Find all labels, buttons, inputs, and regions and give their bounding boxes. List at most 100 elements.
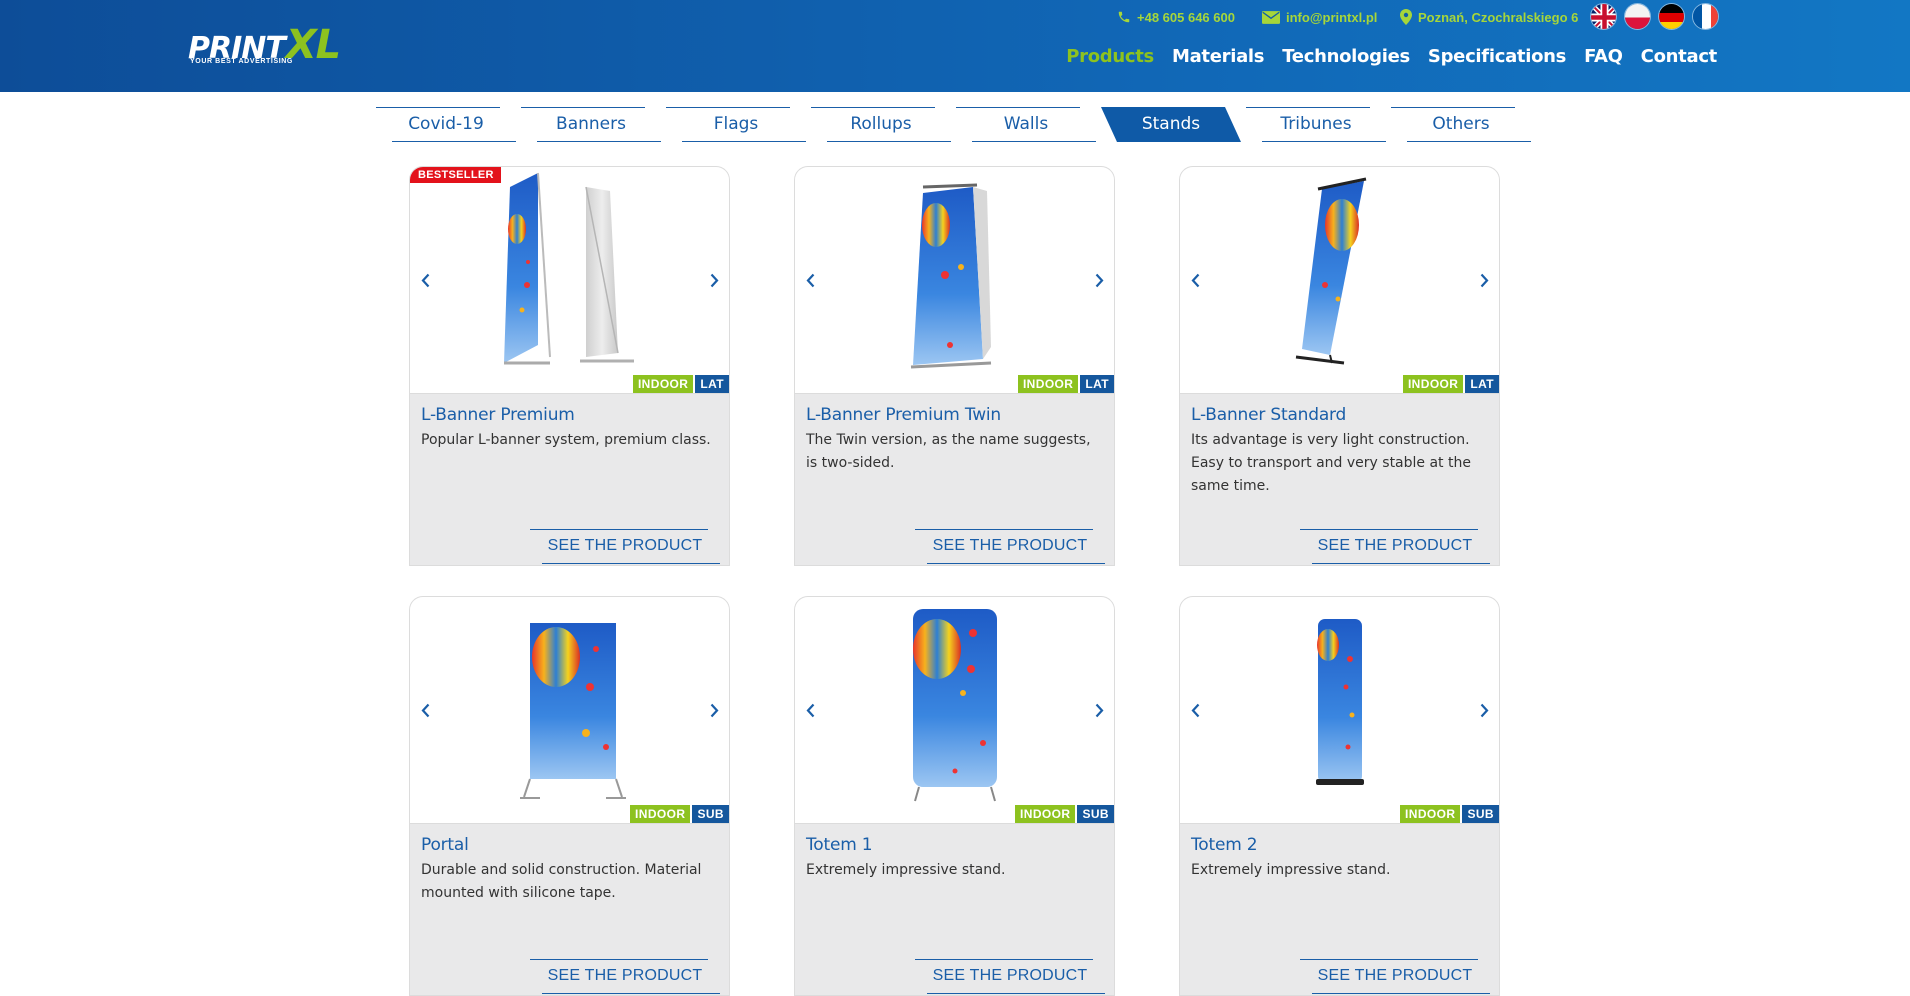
tab-label: Flags	[713, 114, 759, 134]
prev-image-button[interactable]	[416, 270, 434, 290]
nav-faq[interactable]: FAQ	[1584, 46, 1623, 67]
product-card[interactable]: INDOOR LAT L-Banner Premium Twin The Twi…	[794, 166, 1115, 566]
nav-contact[interactable]: Contact	[1641, 46, 1718, 67]
tab-label: Banners	[556, 114, 626, 134]
prev-image-button[interactable]	[1186, 700, 1204, 720]
technology-tag: LAT	[1465, 375, 1499, 393]
see-product-label: SEE THE PRODUCT	[1317, 537, 1473, 554]
product-title[interactable]: L-Banner Standard	[1191, 405, 1499, 425]
product-title[interactable]: Portal	[421, 835, 729, 855]
see-the-product-button[interactable]: SEE THE PRODUCT	[915, 529, 1105, 564]
prev-image-button[interactable]	[416, 700, 434, 720]
tab-label: Rollups	[850, 114, 912, 134]
product-description: Durable and solid construction. Material…	[421, 862, 702, 901]
chevron-right-icon	[1480, 273, 1488, 287]
tab-rollups[interactable]: Rollups	[811, 107, 951, 142]
tab-label: Walls	[1003, 114, 1049, 134]
product-image-slider[interactable]: INDOOR SUB	[795, 597, 1114, 824]
product-description: Popular L-banner system, premium class.	[421, 432, 711, 448]
logo-tagline: YOUR BEST ADVERTISING	[190, 58, 293, 65]
product-tags: INDOOR LAT	[1017, 375, 1114, 393]
prev-image-button[interactable]	[1186, 270, 1204, 290]
tab-flags[interactable]: Flags	[666, 107, 806, 142]
chevron-right-icon	[1480, 703, 1488, 717]
chevron-left-icon	[1191, 703, 1199, 717]
technology-tag: SUB	[692, 805, 729, 823]
indoor-tag: INDOOR	[630, 805, 691, 823]
prev-image-button[interactable]	[801, 270, 819, 290]
product-image	[910, 183, 992, 369]
product-tags: INDOOR LAT	[1402, 375, 1499, 393]
prev-image-button[interactable]	[801, 700, 819, 720]
indoor-tag: INDOOR	[1400, 805, 1461, 823]
chevron-left-icon	[1191, 273, 1199, 287]
chevron-left-icon	[421, 703, 429, 717]
product-image-slider[interactable]: INDOOR LAT	[795, 167, 1114, 394]
printxl-logo[interactable]: PRINTXL YOUR BEST ADVERTISING	[188, 25, 380, 68]
see-the-product-button[interactable]: SEE THE PRODUCT	[1300, 529, 1490, 564]
product-card[interactable]: INDOOR SUB Totem 2 Extremely impressive …	[1179, 596, 1500, 996]
next-image-button[interactable]	[705, 700, 723, 720]
chevron-right-icon	[1095, 703, 1103, 717]
see-the-product-button[interactable]: SEE THE PRODUCT	[530, 959, 720, 994]
product-tags: INDOOR SUB	[630, 805, 729, 823]
tab-tribunes[interactable]: Tribunes	[1246, 107, 1386, 142]
tab-walls[interactable]: Walls	[956, 107, 1096, 142]
chevron-left-icon	[421, 273, 429, 287]
product-image-slider[interactable]: BESTSELLER INDOOR LAT	[410, 167, 729, 394]
phone-icon	[1118, 11, 1130, 23]
product-image	[1295, 177, 1367, 365]
tab-label: Covid-19	[408, 114, 484, 134]
nav-materials[interactable]: Materials	[1172, 46, 1265, 67]
nav-products[interactable]: Products	[1066, 46, 1154, 67]
tab-label: Stands	[1141, 114, 1201, 134]
technology-tag: LAT	[695, 375, 729, 393]
tab-others[interactable]: Others	[1391, 107, 1531, 142]
address-contact[interactable]: Poznań, Czochralskiego 6	[1400, 8, 1578, 26]
product-description: Extremely impressive stand.	[1191, 862, 1391, 878]
next-image-button[interactable]	[705, 270, 723, 290]
tab-covid-19[interactable]: Covid-19	[376, 107, 516, 142]
product-image-slider[interactable]: INDOOR SUB	[1180, 597, 1499, 824]
next-image-button[interactable]	[1475, 270, 1493, 290]
product-card[interactable]: INDOOR SUB Portal Durable and solid cons…	[409, 596, 730, 996]
tab-banners[interactable]: Banners	[521, 107, 661, 142]
bestseller-badge: BESTSELLER	[410, 167, 501, 183]
nav-specifications[interactable]: Specifications	[1428, 46, 1566, 67]
see-the-product-button[interactable]: SEE THE PRODUCT	[915, 959, 1105, 994]
nav-technologies[interactable]: Technologies	[1282, 46, 1410, 67]
language-switcher	[1590, 3, 1719, 30]
france-flag-icon[interactable]	[1692, 3, 1719, 30]
phone-contact[interactable]: +48 605 646 600	[1117, 8, 1235, 26]
germany-flag-icon[interactable]	[1658, 3, 1685, 30]
poland-flag-icon[interactable]	[1624, 3, 1651, 30]
see-the-product-button[interactable]: SEE THE PRODUCT	[1300, 959, 1490, 994]
product-image	[913, 609, 997, 802]
location-pin-icon	[1400, 9, 1412, 25]
product-title[interactable]: L-Banner Premium Twin	[806, 405, 1114, 425]
email-contact[interactable]: info@printxl.pl	[1262, 8, 1377, 26]
indoor-tag: INDOOR	[1015, 805, 1076, 823]
see-the-product-button[interactable]: SEE THE PRODUCT	[530, 529, 720, 564]
logo-xl-text: XL	[285, 22, 341, 68]
next-image-button[interactable]	[1090, 700, 1108, 720]
uk-flag-icon[interactable]	[1590, 3, 1617, 30]
product-tags: INDOOR LAT	[632, 375, 729, 393]
chevron-right-icon	[1095, 273, 1103, 287]
tab-stands[interactable]: Stands	[1101, 107, 1241, 142]
chevron-left-icon	[806, 703, 814, 717]
product-title[interactable]: L-Banner Premium	[421, 405, 729, 425]
see-product-label: SEE THE PRODUCT	[1317, 967, 1473, 984]
next-image-button[interactable]	[1090, 270, 1108, 290]
product-card[interactable]: BESTSELLER INDOOR LAT L-Banner Premium P…	[409, 166, 730, 566]
product-title[interactable]: Totem 2	[1191, 835, 1499, 855]
product-description: Extremely impressive stand.	[806, 862, 1006, 878]
product-card[interactable]: INDOOR LAT L-Banner Standard Its advanta…	[1179, 166, 1500, 566]
product-title[interactable]: Totem 1	[806, 835, 1114, 855]
see-product-label: SEE THE PRODUCT	[932, 967, 1088, 984]
next-image-button[interactable]	[1475, 700, 1493, 720]
product-image-slider[interactable]: INDOOR LAT	[1180, 167, 1499, 394]
product-card[interactable]: INDOOR SUB Totem 1 Extremely impressive …	[794, 596, 1115, 996]
product-image-slider[interactable]: INDOOR SUB	[410, 597, 729, 824]
email-address: info@printxl.pl	[1286, 9, 1378, 25]
